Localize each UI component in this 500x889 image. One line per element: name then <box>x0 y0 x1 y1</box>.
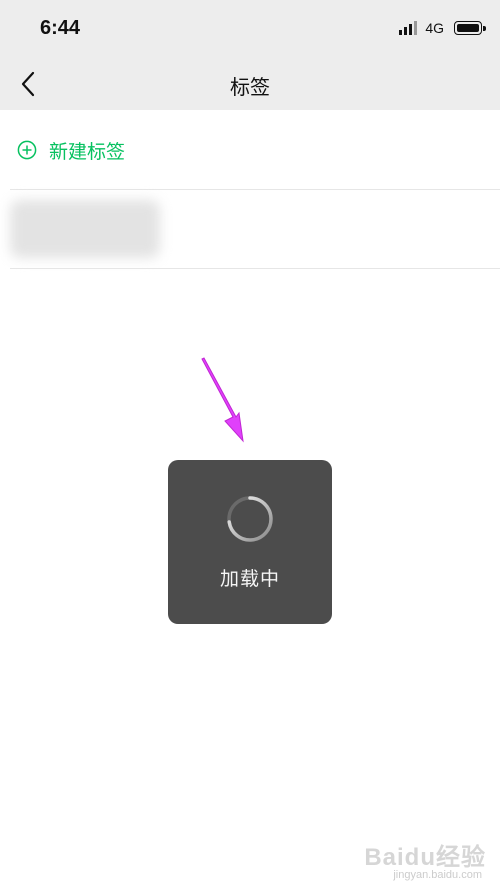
new-tag-label: 新建标签 <box>49 140 126 163</box>
plus-circle-icon <box>17 140 37 160</box>
watermark-url: jingyan.baidu.com <box>393 869 482 881</box>
arrow-annotation-icon <box>201 357 244 443</box>
tag-list-item[interactable] <box>0 190 500 268</box>
spinner-icon <box>227 496 273 542</box>
watermark: Baidu经验 jingyan.baidu.com <box>346 837 486 881</box>
battery-icon <box>454 21 486 35</box>
page-title: 标签 <box>230 75 270 99</box>
status-bar: 6:44 4G <box>0 0 500 58</box>
loading-label: 加载中 <box>219 568 280 590</box>
loading-toast: 加载中 <box>168 460 332 624</box>
blurred-tag-content <box>10 200 160 258</box>
status-icons: 4G <box>399 20 486 36</box>
watermark-logo: Baidu经验 <box>364 844 486 871</box>
nav-bar: 标签 <box>0 58 500 110</box>
signal-icon <box>399 21 418 35</box>
network-type: 4G <box>425 20 444 36</box>
new-tag-button[interactable]: 新建标签 <box>0 110 500 190</box>
status-time: 6:44 <box>40 17 81 39</box>
divider <box>10 268 500 269</box>
